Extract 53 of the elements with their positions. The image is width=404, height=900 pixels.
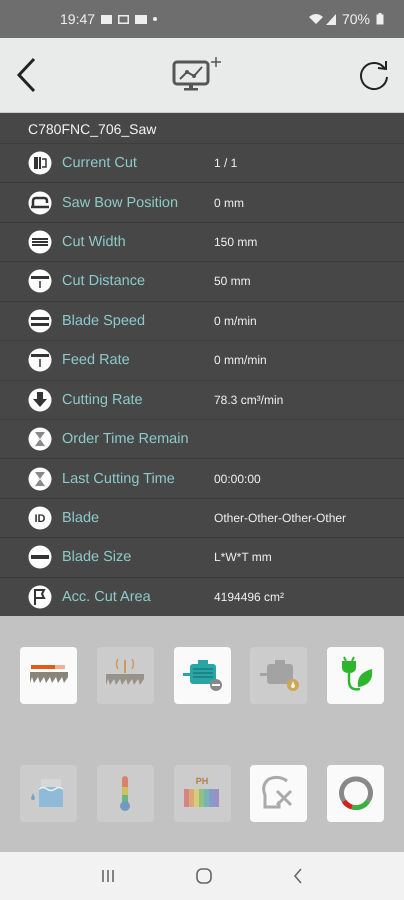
battery-percent: 70% xyxy=(342,11,370,27)
row-label: Blade Speed xyxy=(62,312,146,329)
row-value: 00:00:00 xyxy=(214,472,261,486)
row-value: Other-Other-Other-Other xyxy=(214,511,346,525)
row-label: Last Cutting Time xyxy=(62,470,176,487)
hourglass-icon xyxy=(28,427,52,452)
bar-icon xyxy=(28,545,52,570)
bow-icon xyxy=(28,190,52,215)
row-value: 1 / 1 xyxy=(214,156,238,170)
recent-apps-icon[interactable] xyxy=(100,869,115,883)
image-icon xyxy=(101,14,112,24)
cut-icon xyxy=(28,151,52,176)
row-label: Order Time Remain xyxy=(62,431,190,448)
wifi-signal-icon xyxy=(308,13,336,25)
monitor-chart-icon xyxy=(172,57,222,93)
machine-name: C780FNC_706_Saw xyxy=(27,120,158,139)
row-value: 4194496 cm² xyxy=(214,590,284,604)
distance-icon xyxy=(28,269,52,294)
row-value: 0 m/min xyxy=(214,314,257,328)
width-icon xyxy=(28,230,52,254)
status-time: 19:47 xyxy=(60,11,96,27)
hourglass-icon xyxy=(28,466,52,491)
feature-tile[interactable] xyxy=(327,764,384,822)
row-label: Current Cut xyxy=(62,155,138,172)
row-label: Feed Rate xyxy=(62,352,131,368)
row-label: Cut Distance xyxy=(62,273,146,290)
mail-icon xyxy=(118,14,130,24)
row-label: Cut Width xyxy=(62,234,127,250)
row-value: 150 mm xyxy=(214,235,258,250)
thermometer-icon xyxy=(118,773,132,813)
feature-tile[interactable] xyxy=(250,764,308,822)
row-value: L*W*T mm xyxy=(214,550,272,564)
back-icon[interactable] xyxy=(293,868,304,884)
row-label: Blade Size xyxy=(62,549,132,566)
row-value: 0 mm xyxy=(214,196,244,210)
row-label: Saw Bow Position xyxy=(62,194,180,211)
card-icon xyxy=(135,14,148,24)
dot-icon xyxy=(153,17,158,21)
row-value: 0 mm/min xyxy=(214,353,267,368)
row-label: Acc. Cut Area xyxy=(62,588,152,605)
feature-tile[interactable] xyxy=(327,646,384,704)
flag-icon xyxy=(28,584,52,609)
row-value: 50 mm xyxy=(214,274,251,288)
row-label: Cutting Rate xyxy=(62,392,144,408)
home-icon[interactable] xyxy=(196,868,212,884)
speed-icon xyxy=(28,308,52,333)
battery-icon xyxy=(376,13,384,25)
feature-tile[interactable] xyxy=(174,646,230,704)
row-value: 78.3 cm³/min xyxy=(214,392,284,407)
feature-tile[interactable] xyxy=(20,646,77,704)
id-icon: ID xyxy=(28,506,52,530)
row-label: Blade xyxy=(62,510,100,526)
feed-icon xyxy=(28,348,52,372)
